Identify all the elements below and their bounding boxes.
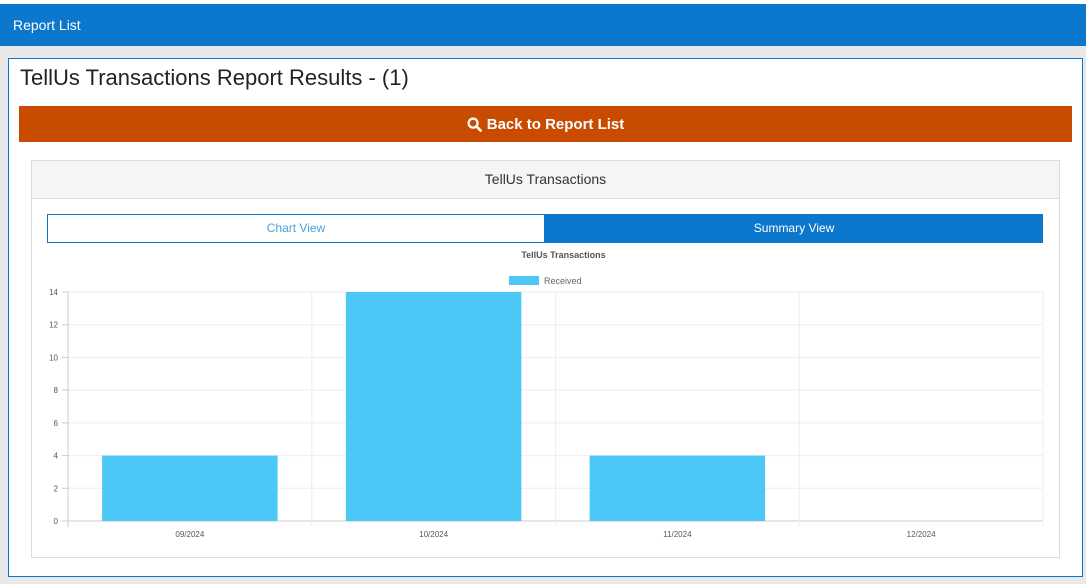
y-tick-label: 8 [54,386,59,395]
y-tick-label: 2 [54,484,59,493]
y-tick-label: 14 [49,288,58,297]
y-tick-label: 12 [49,321,58,330]
legend-label-received: Received [544,276,582,286]
report-list-title[interactable]: Report List [13,17,81,33]
y-tick-label: 0 [54,517,59,526]
x-tick-label: 10/2024 [419,530,448,539]
report-results-panel: TellUs Transactions Report Results - (1)… [8,58,1083,577]
search-icon [467,116,482,132]
view-tabs: Chart View Summary View [47,214,1043,243]
y-tick-label: 4 [54,452,59,461]
chart-title: TellUs Transactions [521,250,605,260]
x-tick-label: 12/2024 [907,530,936,539]
x-tick-label: 11/2024 [663,530,692,539]
bar-10-2024 [345,292,522,521]
top-nav-bar: Report List [0,4,1086,46]
card-title: TellUs Transactions [32,161,1059,199]
y-tick-label: 6 [54,419,59,428]
bar-11-2024 [589,455,766,521]
transactions-card: TellUs Transactions Chart View Summary V… [31,160,1060,558]
tab-summary-view[interactable]: Summary View [545,214,1043,243]
y-tick-label: 10 [49,353,58,362]
back-button-label: Back to Report List [486,115,625,133]
back-to-report-list-button[interactable]: Back to Report List [19,106,1072,142]
legend-swatch-received [509,276,539,285]
bar-09-2024 [102,455,278,521]
chart-svg: TellUs Transactions Received 0 2 4 6 8 10 12 14 09… [49,250,1044,539]
tab-chart-view[interactable]: Chart View [47,214,545,243]
transactions-chart: TellUs Transactions Received 0 2 4 6 8 10 12 14 09… [32,245,1059,545]
x-tick-label: 09/2024 [175,530,204,539]
page-title: TellUs Transactions Report Results - (1) [20,65,409,90]
